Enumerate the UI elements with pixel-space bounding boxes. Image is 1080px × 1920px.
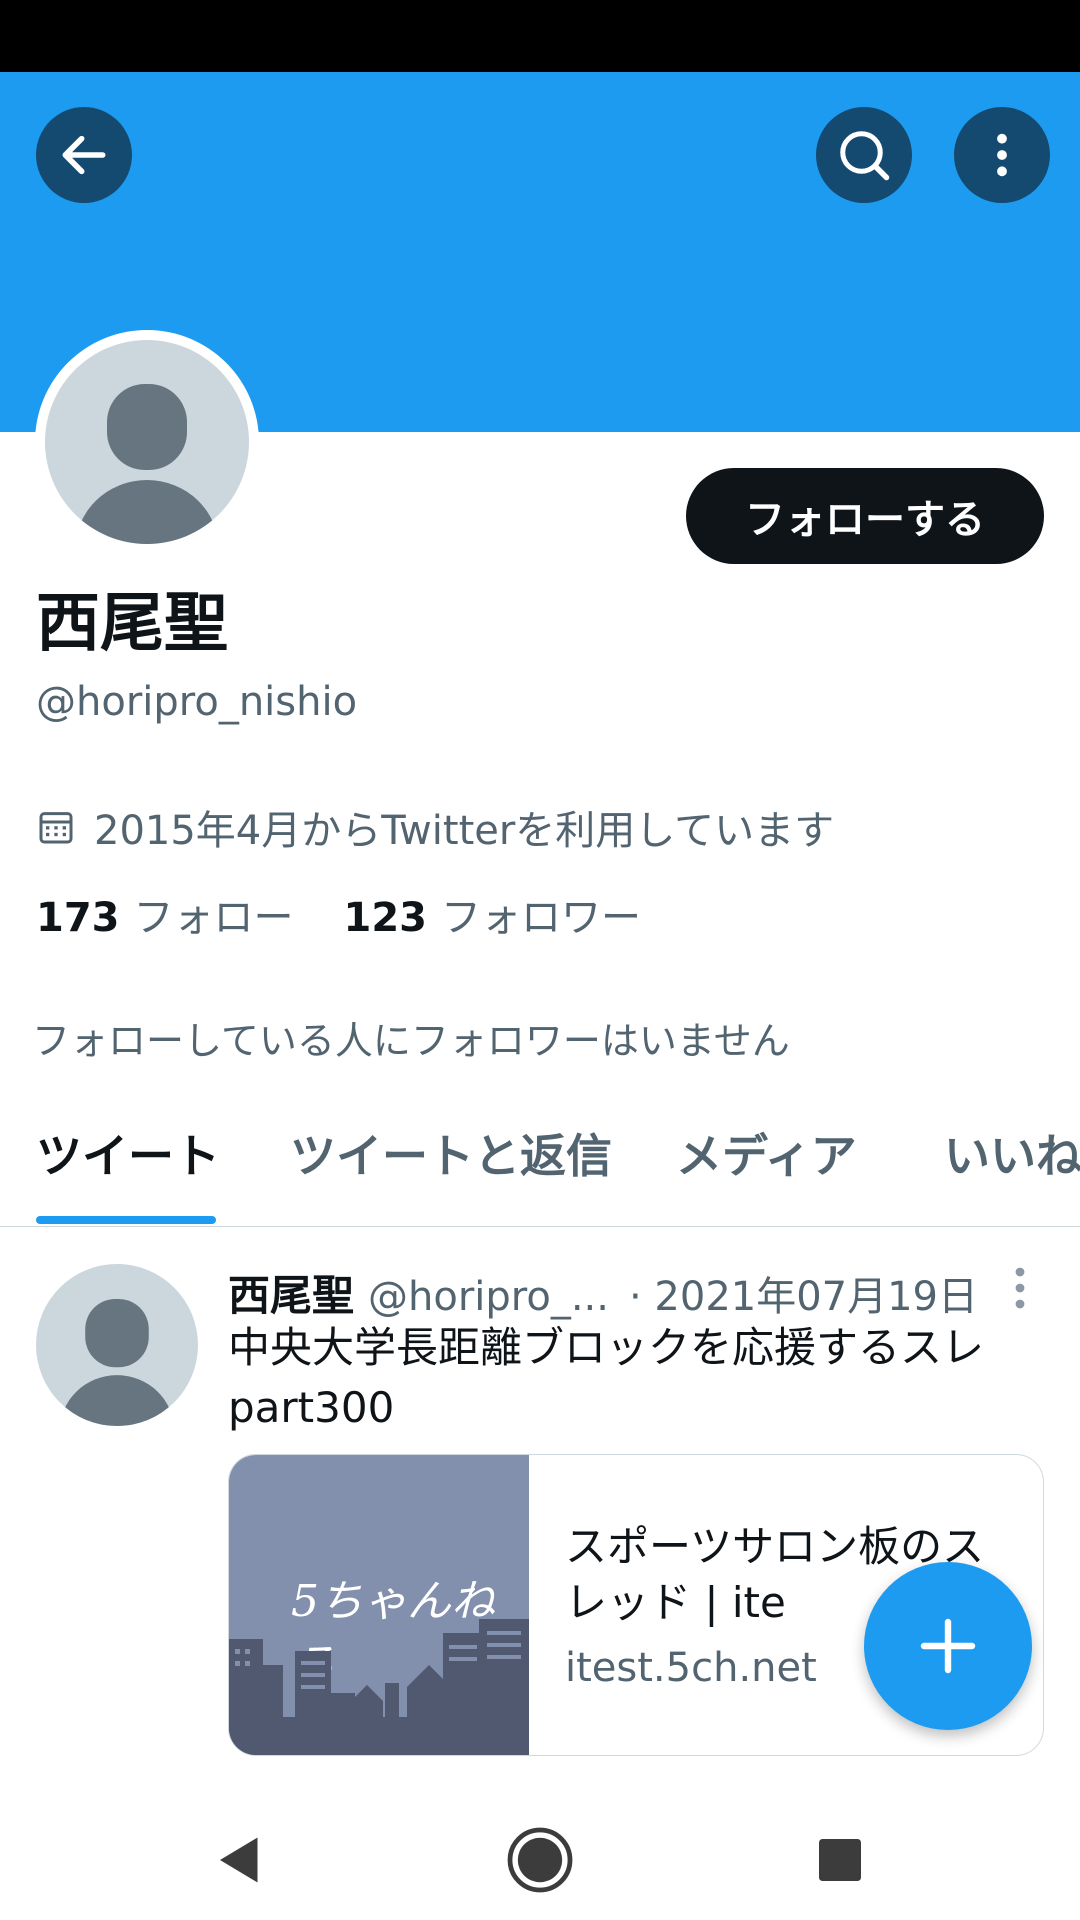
tab-tweets-and-replies[interactable]: ツイートと返信 xyxy=(290,1120,612,1186)
user-handle: @horipro_nishio xyxy=(36,679,358,725)
search-button[interactable] xyxy=(816,107,912,203)
city-skyline-image xyxy=(229,1619,529,1755)
followers-count: 123 xyxy=(343,895,428,941)
followers-link[interactable]: 123 フォロワー xyxy=(344,890,642,946)
tweet-date[interactable]: · 2021年07月19日 xyxy=(629,1264,978,1322)
following-count: 173 xyxy=(36,895,120,941)
nav-back-icon xyxy=(220,1837,258,1883)
joined-text: 2015年4月からTwitterを利用しています xyxy=(94,808,835,854)
compose-tweet-button[interactable] xyxy=(864,1562,1032,1730)
system-home-button[interactable] xyxy=(500,1820,580,1900)
tweet-author-name[interactable]: 西尾聖 xyxy=(228,1262,354,1323)
tab-tweets[interactable]: ツイート xyxy=(36,1120,220,1186)
mutual-followers-note: フォローしている人にフォロワーはいません xyxy=(32,1019,790,1063)
tweet-text-line: 中央大学長距離ブロックを応援するスレ xyxy=(228,1323,985,1372)
joined-date: 2015年4月からTwitterを利用しています xyxy=(36,798,834,856)
profile-avatar[interactable] xyxy=(35,330,259,554)
tab-media[interactable]: メディア xyxy=(676,1120,857,1186)
search-icon xyxy=(840,131,890,181)
tweet-author-handle[interactable]: @horipro_... xyxy=(368,1274,609,1320)
system-back-button[interactable] xyxy=(200,1820,280,1900)
follow-counts: 173 フォロー 123 フォロワー xyxy=(36,890,691,946)
link-card-thumbnail: 5ちゃんねる xyxy=(229,1455,529,1755)
followers-label: フォロワー xyxy=(441,895,641,941)
display-name: 西尾聖 xyxy=(36,587,228,661)
link-card-domain: itest.5ch.net xyxy=(565,1645,817,1691)
more-vertical-icon xyxy=(997,133,1007,177)
tweet-header: 西尾聖 @horipro_... · 2021年07月19日 xyxy=(228,1262,978,1323)
tweet-avatar[interactable] xyxy=(36,1264,198,1426)
default-avatar-icon xyxy=(60,1298,174,1426)
arrow-left-icon xyxy=(62,135,106,175)
tweet-text[interactable]: 中央大学長距離ブロックを応援するスレ part300 xyxy=(228,1318,1048,1438)
tweet-more-button[interactable] xyxy=(1010,1266,1030,1314)
profile-tabs: ツイート ツイートと返信 メディア いいね xyxy=(0,1100,1080,1227)
following-label: フォロー xyxy=(133,895,294,941)
following-link[interactable]: 173 フォロー xyxy=(36,890,294,946)
more-vertical-icon xyxy=(1015,1267,1025,1309)
plus-icon xyxy=(920,1618,976,1674)
active-tab-indicator xyxy=(36,1216,216,1224)
calendar-icon xyxy=(39,812,73,844)
follow-button[interactable]: フォローする xyxy=(686,468,1044,564)
tweet-text-line: part300 xyxy=(228,1383,395,1432)
back-button[interactable] xyxy=(36,107,132,203)
system-navigation-bar xyxy=(0,1790,1080,1920)
default-avatar-icon xyxy=(75,384,219,544)
nav-home-icon xyxy=(507,1827,573,1893)
system-recents-button[interactable] xyxy=(800,1820,880,1900)
nav-recents-icon xyxy=(819,1839,861,1881)
status-bar xyxy=(0,0,1080,72)
more-options-button[interactable] xyxy=(954,107,1050,203)
tab-likes[interactable]: いいね xyxy=(944,1120,1080,1186)
